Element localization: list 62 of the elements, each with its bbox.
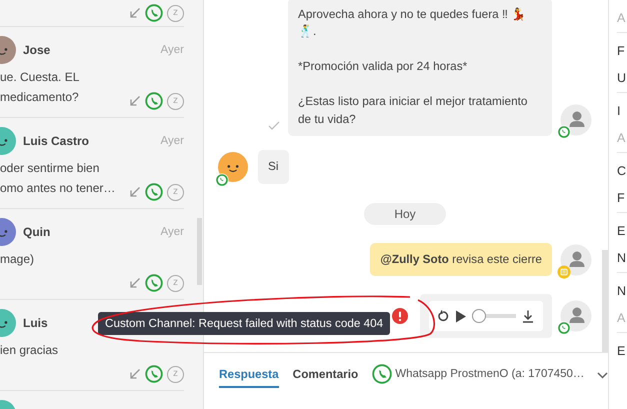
error-tooltip: Custom Channel: Request failed with status code 404 [98, 312, 390, 335]
agent-badge: z [167, 184, 184, 200]
avatar [560, 104, 592, 136]
field-label: N [617, 250, 627, 266]
channel-selector[interactable]: Whatsapp ProstmenO (a: 1707450… [395, 368, 584, 380]
field-label: F [617, 43, 626, 59]
agent-badge: z [167, 274, 184, 292]
avatar [218, 152, 248, 182]
whatsapp-icon [145, 4, 163, 22]
field-label: A [617, 130, 626, 146]
whatsapp-icon [145, 183, 163, 201]
chevron-down-icon[interactable] [597, 372, 608, 379]
message-preview: ue. Cuesta. EL medicamento? [0, 69, 80, 106]
whatsapp-icon [145, 92, 163, 110]
whatsapp-icon [372, 364, 392, 384]
contact-time: Ayer [160, 44, 184, 56]
whatsapp-icon [215, 172, 229, 186]
contact-name: Luis Castro [23, 134, 90, 148]
play-icon[interactable] [455, 310, 466, 322]
agent-badge: z [167, 366, 184, 382]
contact-time: Ayer [160, 226, 184, 238]
whatsapp-icon [145, 274, 163, 292]
composer-tab[interactable]: Comentario [292, 365, 358, 388]
download-icon[interactable] [522, 310, 534, 322]
error-icon [392, 308, 408, 324]
field-label: U [617, 70, 627, 86]
field-label: N [617, 283, 627, 299]
check-icon [268, 121, 280, 130]
message-preview: ien gracias [0, 342, 58, 359]
message-bubble: Aprovecha ahora y no te quedes fuera ‼ 💃🕺. *Promoción valida por 24 horas* ¿Estas listo para iniciar el mejor tratamiento de tu vida? [288, 0, 552, 136]
field-label: C [617, 163, 627, 179]
field-label: A [617, 310, 626, 326]
field-label: I [617, 103, 622, 119]
agent-badge: z [167, 92, 184, 110]
contact-name: Luis [23, 316, 48, 330]
date-divider: Hoy [364, 202, 446, 224]
agent-badge: z [167, 4, 184, 22]
contact-time: Ayer [160, 134, 184, 146]
field-label: A [617, 10, 626, 26]
incoming-arrow-icon [129, 368, 141, 380]
contact-name: Quin [23, 224, 50, 238]
avatar [560, 244, 592, 276]
field-label: E [617, 223, 626, 239]
avatar [560, 300, 592, 332]
note-icon [557, 265, 571, 279]
slider-thumb[interactable] [472, 309, 486, 323]
whatsapp-icon [557, 321, 571, 335]
replay-icon[interactable] [437, 310, 449, 322]
incoming-arrow-icon [129, 186, 141, 198]
field-label: F [617, 190, 626, 206]
message-bubble: Si [258, 150, 288, 184]
message-preview: mage) [0, 251, 34, 268]
composer-tab[interactable]: Respuesta [219, 365, 279, 388]
message-preview: oder sentirme bien omo antes no tener… [0, 160, 116, 197]
note-bubble: @Zully Soto revisa este cierre [370, 242, 552, 276]
whatsapp-icon [145, 365, 163, 383]
contact-name: Jose [23, 42, 50, 56]
whatsapp-icon [557, 125, 571, 139]
incoming-arrow-icon [129, 277, 141, 289]
field-label: E [617, 343, 626, 359]
incoming-arrow-icon [129, 7, 141, 19]
incoming-arrow-icon [129, 95, 141, 107]
